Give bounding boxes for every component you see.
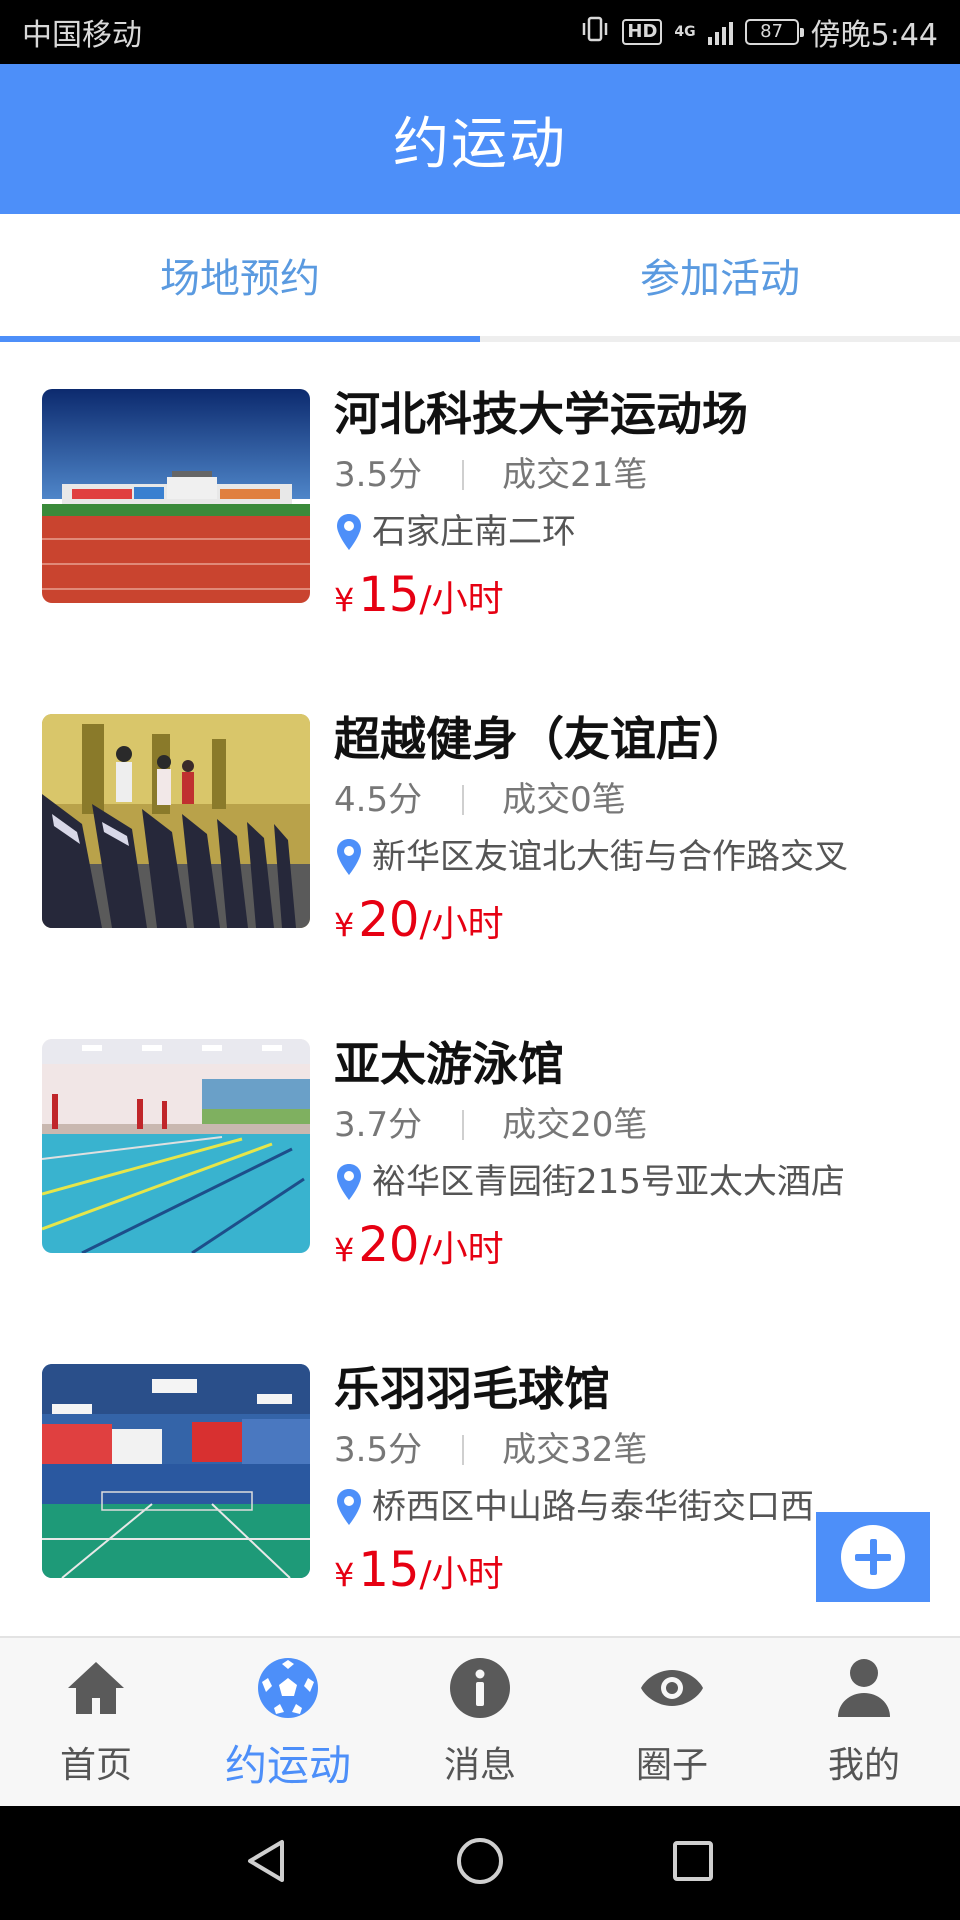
price-value: 20	[358, 1217, 420, 1273]
meta-divider	[462, 1110, 465, 1140]
nav-messages[interactable]: 消息	[384, 1638, 576, 1806]
price-value: 20	[358, 892, 420, 948]
status-icons: HD 4G 87 傍晚5:44	[580, 10, 938, 54]
venue-thumbnail	[42, 1364, 310, 1578]
venue-name: 亚太游泳馆	[334, 1037, 564, 1091]
price-value: 15	[358, 1542, 420, 1598]
price-currency: ¥	[334, 1231, 355, 1269]
venue-item[interactable]: 亚太游泳馆 3.7分 成交20笔 裕华区青园街215号亚太大酒店 ¥ 20 /小…	[0, 992, 960, 1317]
eye-icon	[636, 1652, 708, 1724]
app-bar: 约运动	[0, 64, 960, 214]
venue-address: 裕华区青园街215号亚太大酒店	[372, 1162, 845, 1202]
plus-icon	[841, 1525, 905, 1589]
system-nav-bar	[0, 1806, 960, 1920]
nav-home[interactable]: 首页	[0, 1638, 192, 1806]
location-pin-icon	[337, 514, 361, 550]
signal-icon	[707, 19, 733, 45]
venue-list: 河北科技大学运动场 3.5分 成交21笔 石家庄南二环 ¥ 15 /小时 超越健…	[0, 342, 960, 1642]
tab-label: 参加活动	[640, 256, 800, 302]
back-triangle-icon	[247, 1840, 284, 1882]
nav-label: 圈子	[635, 1745, 708, 1786]
recents-button[interactable]	[668, 1836, 718, 1890]
venue-info: 河北科技大学运动场 3.5分 成交21笔 石家庄南二环 ¥ 15 /小时	[334, 382, 940, 628]
vibrate-icon	[580, 14, 610, 50]
venue-deals: 成交21笔	[502, 455, 648, 495]
nav-profile[interactable]: 我的	[768, 1638, 960, 1806]
home-circle-icon	[456, 1838, 503, 1884]
tab-bar: 场地预约 参加活动	[0, 214, 960, 342]
nav-sports[interactable]: 约运动	[192, 1638, 384, 1806]
price-currency: ¥	[334, 581, 355, 619]
nav-label: 约运动	[224, 1741, 351, 1790]
price-value: 15	[358, 567, 420, 623]
tab-venue-booking[interactable]: 场地预约	[0, 214, 480, 342]
venue-info: 超越健身（友谊店） 4.5分 成交0笔 新华区友谊北大街与合作路交叉 ¥ 20 …	[334, 707, 940, 953]
venue-meta: 3.7分 成交20笔	[334, 1098, 940, 1152]
network-type: 4G	[674, 24, 696, 40]
location-pin-icon	[337, 839, 361, 875]
meta-divider	[462, 785, 465, 815]
venue-thumbnail	[42, 1039, 310, 1253]
venue-name: 超越健身（友谊店）	[334, 712, 748, 766]
price-unit: /小时	[419, 904, 504, 945]
venue-price: ¥ 20 /小时	[334, 1212, 940, 1278]
tab-label: 场地预约	[160, 256, 320, 302]
nav-label: 消息	[443, 1745, 516, 1786]
venue-address: 石家庄南二环	[372, 512, 576, 552]
venue-price: ¥ 20 /小时	[334, 887, 940, 953]
venue-address-row: 石家庄南二环	[334, 502, 940, 562]
venue-address-row: 裕华区青园街215号亚太大酒店	[334, 1152, 940, 1212]
price-currency: ¥	[334, 1556, 355, 1594]
location-pin-icon	[337, 1164, 361, 1200]
tab-join-activity[interactable]: 参加活动	[480, 214, 960, 336]
venue-meta: 4.5分 成交0笔	[334, 773, 940, 827]
clock: 傍晚5:44	[810, 18, 938, 53]
price-unit: /小时	[419, 1554, 504, 1595]
venue-meta: 3.5分 成交32笔	[334, 1423, 940, 1477]
venue-info: 亚太游泳馆 3.7分 成交20笔 裕华区青园街215号亚太大酒店 ¥ 20 /小…	[334, 1032, 940, 1278]
venue-rating: 4.5分	[334, 780, 423, 820]
price-currency: ¥	[334, 906, 355, 944]
home-button[interactable]	[455, 1836, 505, 1890]
nav-circle[interactable]: 圈子	[576, 1638, 768, 1806]
hd-badge: HD	[622, 19, 663, 45]
home-icon	[60, 1652, 132, 1724]
venue-address: 桥西区中山路与泰华街交口西	[372, 1487, 814, 1527]
venue-deals: 成交20笔	[502, 1105, 648, 1145]
venue-name: 河北科技大学运动场	[334, 387, 748, 441]
venue-thumbnail	[42, 389, 310, 603]
bottom-nav: 首页 约运动 消息 圈子 我的	[0, 1636, 960, 1806]
page-title: 约运动	[393, 111, 567, 177]
venue-deals: 成交32笔	[502, 1430, 648, 1470]
venue-name: 乐羽羽毛球馆	[334, 1362, 610, 1416]
venue-rating: 3.7分	[334, 1105, 423, 1145]
venue-address-row: 新华区友谊北大街与合作路交叉	[334, 827, 940, 887]
meta-divider	[462, 1435, 465, 1465]
venue-address: 新华区友谊北大街与合作路交叉	[372, 837, 848, 877]
location-pin-icon	[337, 1489, 361, 1525]
nav-label: 首页	[59, 1745, 132, 1786]
status-bar: 中国移动 HD 4G 87 傍晚5:44	[0, 0, 960, 64]
back-button[interactable]	[242, 1836, 292, 1890]
recents-square-icon	[673, 1841, 714, 1881]
venue-thumbnail	[42, 714, 310, 928]
venue-rating: 3.5分	[334, 1430, 423, 1470]
battery-icon: 87	[744, 19, 804, 45]
price-unit: /小时	[419, 1229, 504, 1270]
venue-item[interactable]: 河北科技大学运动场 3.5分 成交21笔 石家庄南二环 ¥ 15 /小时	[0, 342, 960, 667]
info-icon	[444, 1652, 516, 1724]
meta-divider	[462, 460, 465, 490]
nav-label: 我的	[827, 1745, 900, 1786]
person-icon	[828, 1652, 900, 1724]
screen: 中国移动 HD 4G 87 傍晚5:44 约运动 场地预约 参加活动 河北科技大…	[0, 0, 960, 1920]
venue-item[interactable]: 超越健身（友谊店） 4.5分 成交0笔 新华区友谊北大街与合作路交叉 ¥ 20 …	[0, 667, 960, 992]
venue-price: ¥ 15 /小时	[334, 562, 940, 628]
venue-meta: 3.5分 成交21笔	[334, 448, 940, 502]
venue-rating: 3.5分	[334, 455, 423, 495]
carrier-label: 中国移动	[22, 18, 142, 53]
venue-deals: 成交0笔	[502, 780, 626, 820]
add-button[interactable]	[816, 1512, 930, 1602]
price-unit: /小时	[419, 579, 504, 620]
soccer-ball-icon	[252, 1652, 324, 1724]
